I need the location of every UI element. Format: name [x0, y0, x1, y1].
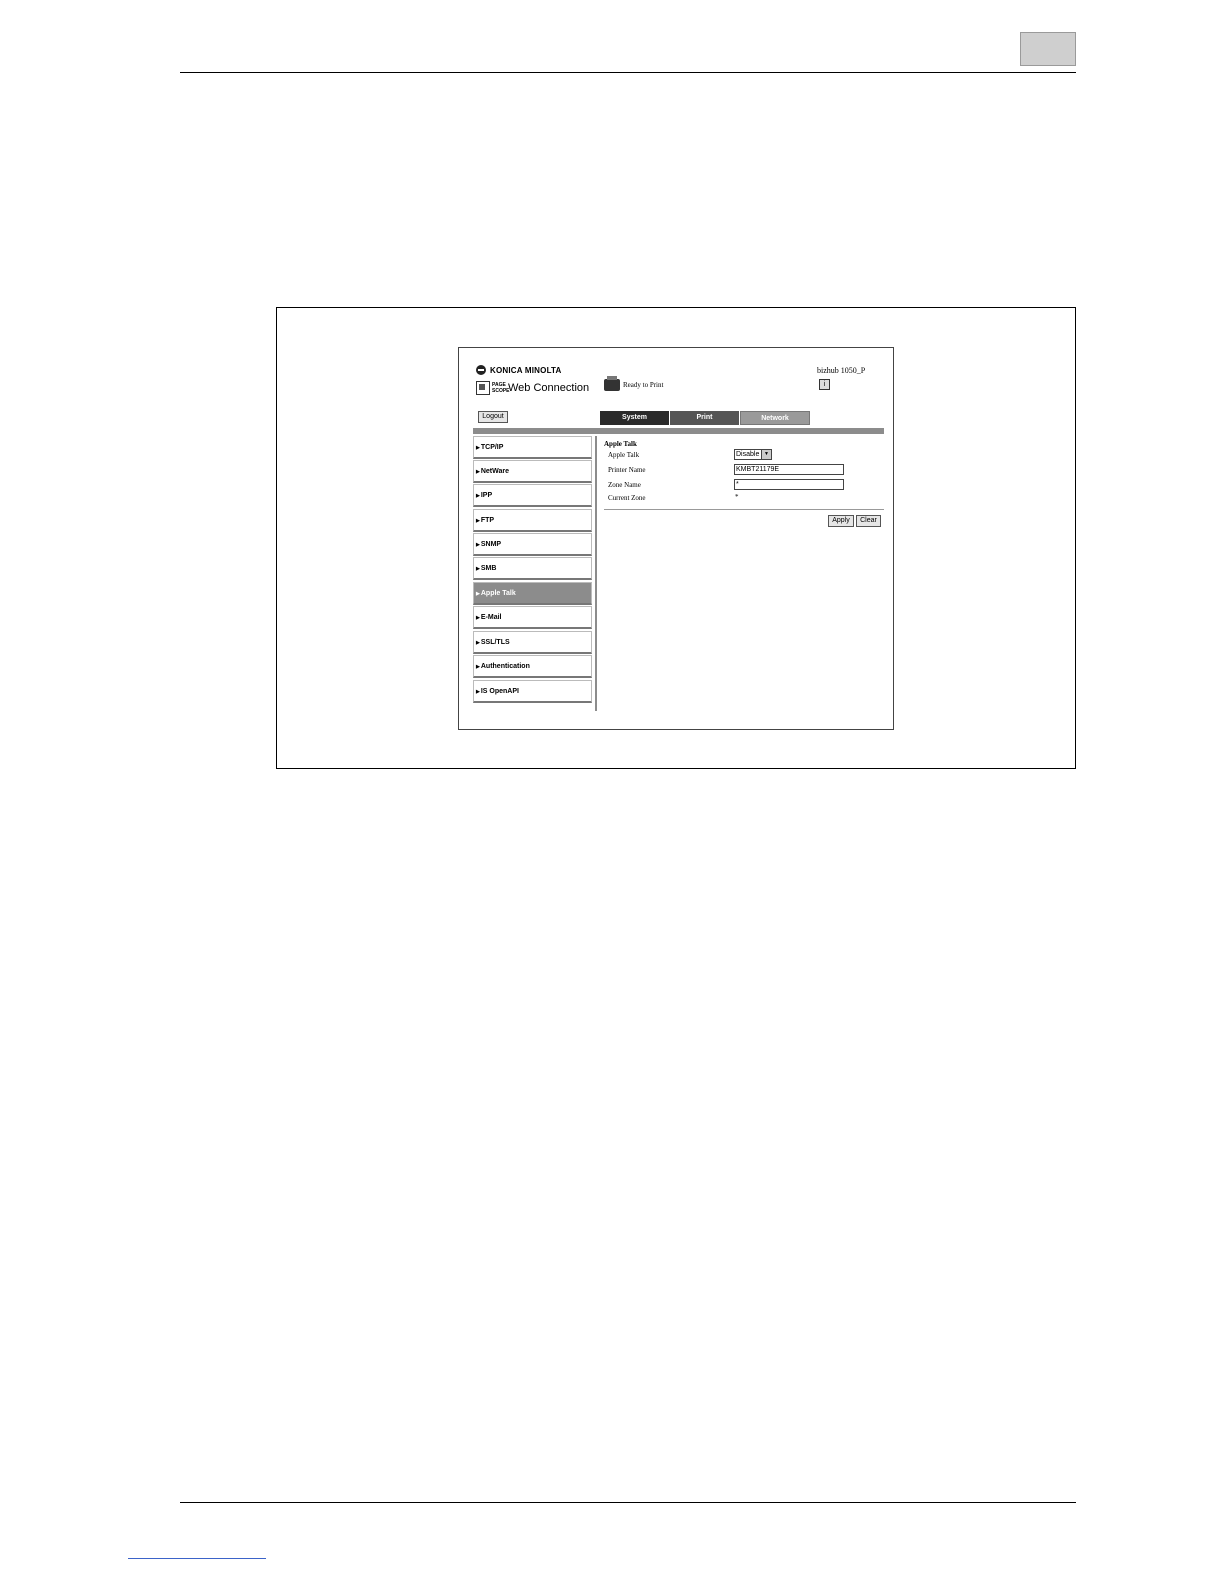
sidebar-item-apple-talk[interactable]: ▶Apple Talk — [473, 582, 592, 605]
sidebar-item-is-openapi[interactable]: ▶IS OpenAPI — [473, 680, 592, 703]
printer-name-input[interactable]: KMBT21179E — [734, 464, 844, 475]
sidebar-item-authentication[interactable]: ▶Authentication — [473, 655, 592, 678]
chapter-tab — [1020, 32, 1076, 66]
current-zone-label: Current Zone — [608, 494, 646, 502]
sidebar-item-label: Apple Talk — [480, 590, 516, 597]
triangle-right-icon: ▶ — [476, 689, 480, 695]
brand-name: KONICA MINOLTA — [490, 365, 562, 375]
sidebar-item-label: IS OpenAPI — [480, 688, 519, 695]
current-zone-value: * — [735, 493, 739, 501]
tab-network[interactable]: Network — [740, 411, 810, 425]
tab-system[interactable]: System — [600, 411, 670, 425]
apple-talk-select[interactable]: Disable ▼ — [734, 449, 772, 460]
sidebar-item-ftp[interactable]: ▶FTP — [473, 509, 592, 532]
pagescope-icon — [476, 381, 490, 395]
printer-icon — [604, 376, 620, 391]
divider — [604, 509, 884, 510]
triangle-right-icon: ▶ — [476, 566, 480, 572]
sidebar-item-ipp[interactable]: ▶IPP — [473, 484, 592, 507]
tab-print[interactable]: Print — [670, 411, 740, 425]
help-icon[interactable]: i — [819, 379, 830, 390]
zone-name-input[interactable]: * — [734, 479, 844, 490]
triangle-right-icon: ▶ — [476, 591, 480, 597]
sidebar-item-label: IPP — [480, 492, 493, 499]
sidebar-item-label: SMB — [480, 565, 497, 572]
product-name: Web Connection — [508, 382, 590, 394]
triangle-right-icon: ▶ — [476, 542, 480, 548]
section-title: Apple Talk — [604, 440, 637, 448]
clear-button[interactable]: Clear — [856, 515, 881, 527]
sidebar-item-ssl-tls[interactable]: ▶SSL/TLS — [473, 631, 592, 654]
apple-talk-label: Apple Talk — [608, 451, 640, 459]
konica-minolta-logo-icon — [476, 365, 486, 375]
sidebar: ▶TCP/IP ▶NetWare ▶IPP ▶FTP ▶SNMP ▶SMB ▶A… — [473, 436, 597, 711]
product-title: PAGE SCOPE Web Connection — [476, 381, 589, 395]
tab-underline-bar — [473, 428, 884, 434]
triangle-right-icon: ▶ — [476, 664, 480, 670]
footer-rule — [180, 1502, 1076, 1503]
sidebar-item-label: Authentication — [480, 663, 530, 670]
sidebar-item-label: TCP/IP — [480, 444, 504, 451]
triangle-right-icon: ▶ — [476, 640, 480, 646]
sidebar-item-email[interactable]: ▶E-Mail — [473, 606, 592, 629]
device-name: bizhub 1050_P — [817, 366, 866, 375]
triangle-right-icon: ▶ — [476, 518, 480, 524]
web-connection-screenshot: KONICA MINOLTA PAGE SCOPE Web Connection… — [458, 347, 894, 730]
zone-name-label: Zone Name — [608, 481, 641, 489]
triangle-right-icon: ▶ — [476, 445, 480, 451]
sidebar-item-label: NetWare — [480, 468, 509, 475]
sidebar-item-netware[interactable]: ▶NetWare — [473, 460, 592, 483]
footer-link-underline — [128, 1558, 266, 1559]
apple-talk-value: Disable — [736, 451, 760, 458]
sidebar-item-label: SSL/TLS — [480, 639, 510, 646]
sidebar-item-label: E-Mail — [480, 614, 502, 621]
apply-button[interactable]: Apply — [828, 515, 854, 527]
triangle-right-icon: ▶ — [476, 493, 480, 499]
main-tabs: System Print Network — [600, 411, 810, 425]
sidebar-item-label: FTP — [480, 517, 495, 524]
header-rule — [180, 72, 1076, 73]
logout-button[interactable]: Logout — [478, 411, 508, 423]
sidebar-item-label: SNMP — [480, 541, 502, 548]
sidebar-item-smb[interactable]: ▶SMB — [473, 557, 592, 580]
sidebar-item-snmp[interactable]: ▶SNMP — [473, 533, 592, 556]
sidebar-item-tcpip[interactable]: ▶TCP/IP — [473, 436, 592, 459]
printer-status: Ready to Print — [604, 376, 664, 391]
printer-name-label: Printer Name — [608, 466, 646, 474]
brand-logo: KONICA MINOLTA — [476, 365, 562, 375]
status-text: Ready to Print — [623, 381, 664, 389]
pagescope-label: PAGE SCOPE — [492, 382, 510, 394]
triangle-right-icon: ▶ — [476, 469, 480, 475]
chevron-down-icon[interactable]: ▼ — [761, 450, 771, 459]
triangle-right-icon: ▶ — [476, 615, 480, 621]
